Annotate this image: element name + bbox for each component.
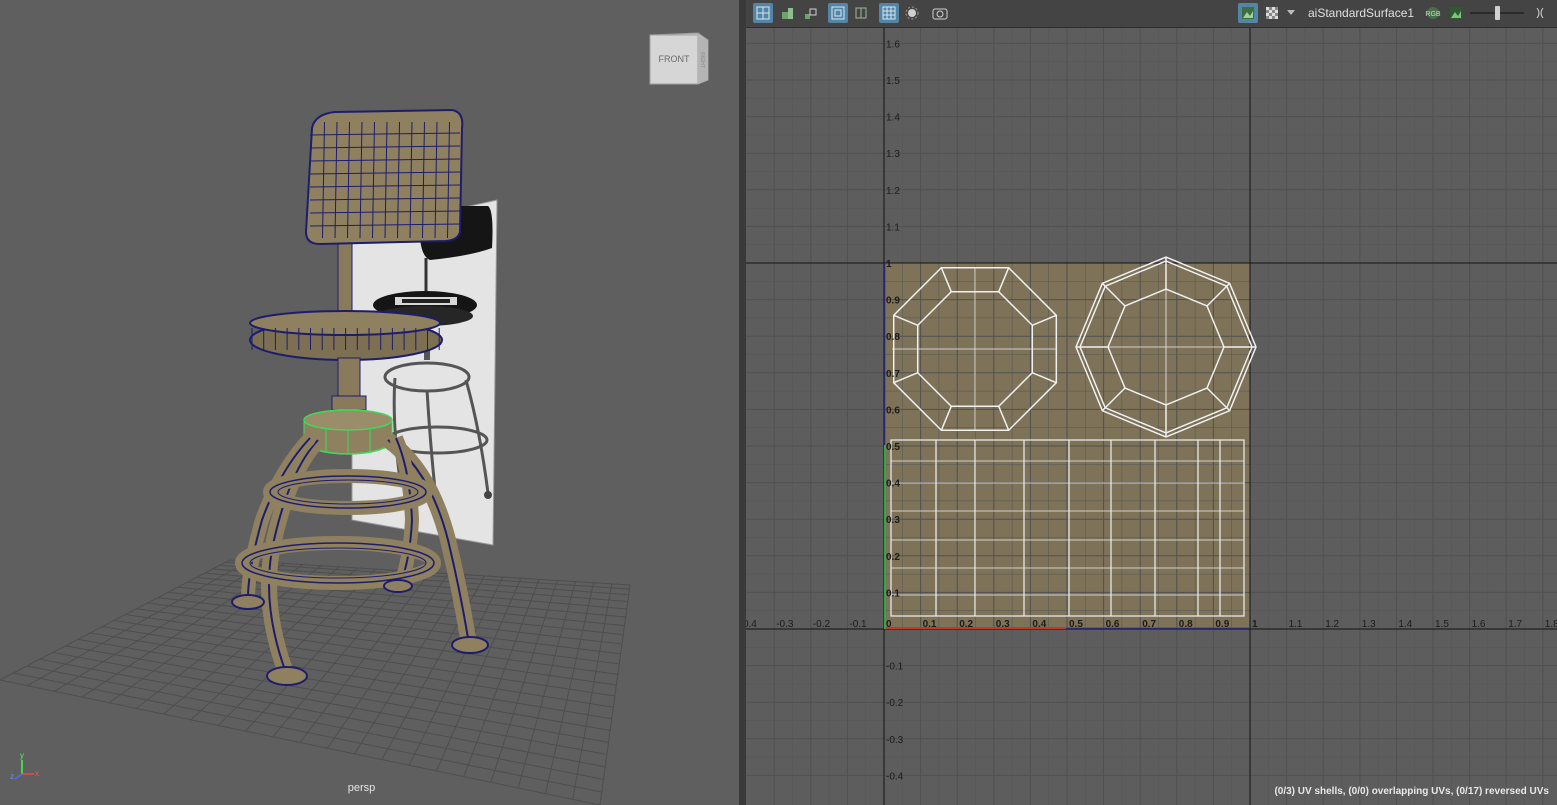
- v-tick-label: 1.3: [886, 149, 900, 160]
- axis-z-label: z: [10, 772, 14, 781]
- axis-y-label: y: [20, 751, 24, 760]
- u-tick-label: 0.4: [1032, 619, 1046, 630]
- image-icon[interactable]: [1446, 3, 1466, 23]
- u-tick-label: 1.5: [1435, 619, 1449, 630]
- v-tick-label: 1.6: [886, 39, 900, 50]
- u-tick-label: 0: [886, 619, 892, 630]
- grid-icon[interactable]: [879, 3, 899, 23]
- snapshot-icon[interactable]: [930, 3, 950, 23]
- u-tick-label: 1.2: [1325, 619, 1339, 630]
- axis-x-label: x: [35, 769, 39, 778]
- u-tick-label: 0.5: [1069, 619, 1083, 630]
- v-tick-label: 0.7: [886, 369, 900, 380]
- v-tick-label: 0.2: [886, 552, 900, 563]
- axis-gizmo: y x z: [10, 751, 39, 781]
- u-tick-label: 1.6: [1472, 619, 1486, 630]
- viewport-canvas[interactable]: FRONT RIGHT y x z: [0, 0, 739, 805]
- texture-display-icon[interactable]: [1238, 3, 1258, 23]
- u-tick-label: 0.1: [923, 619, 937, 630]
- exposure-slider[interactable]: [1470, 6, 1524, 20]
- uv-toolbar: aiStandardSurface1 RGB: [746, 0, 1557, 28]
- camera-name-label: persp: [347, 782, 376, 794]
- exposure-icon[interactable]: RGB: [1423, 3, 1443, 23]
- v-tick-label: 0.8: [886, 332, 900, 343]
- v-tick-label: 1.1: [886, 222, 900, 233]
- ground-grid: [0, 559, 631, 805]
- v-tick-label: 0.4: [886, 479, 900, 490]
- v-tick-label: -0.4: [886, 771, 904, 782]
- pixel-snap-icon[interactable]: [902, 3, 922, 23]
- u-tick-label: -0.1: [849, 619, 867, 630]
- v-tick-label: -0.3: [886, 735, 904, 746]
- u-tick-label: 1.8: [1545, 619, 1557, 630]
- gamma-icon[interactable]: [1530, 3, 1550, 23]
- dropdown-arrow-icon[interactable]: [1284, 3, 1298, 23]
- uv-shell-cap-left[interactable]: [892, 266, 1058, 432]
- uv-canvas[interactable]: -0.4 -0.3 -0.2 -0.1 0 0.1 0.2 0.3 0.4 0.5 0.6 0.7 0.…: [746, 28, 1557, 805]
- u-tick-label: 0.6: [1106, 619, 1120, 630]
- v-tick-label: 0.1: [886, 588, 900, 599]
- u-tick-label: 1.4: [1398, 619, 1412, 630]
- v-tick-label: 1.5: [886, 76, 900, 87]
- v-tick-label: -0.2: [886, 698, 904, 709]
- perspective-viewport[interactable]: FRONT RIGHT y x z persp: [0, 0, 739, 805]
- v-tick-label: 1: [886, 259, 892, 270]
- uv-shell-cap-right[interactable]: [1075, 256, 1257, 438]
- v-tick-label: 0.9: [886, 296, 900, 307]
- u-tick-label: 0.8: [1179, 619, 1193, 630]
- distort-icon[interactable]: [851, 3, 871, 23]
- u-tick-label: 0.3: [996, 619, 1010, 630]
- uv-grid-icon[interactable]: [800, 3, 820, 23]
- v-tick-label: 1.4: [886, 113, 900, 124]
- u-tick-label: 0.9: [1215, 619, 1229, 630]
- exposure-slider-handle[interactable]: [1495, 6, 1500, 20]
- uv-status-text: (0/3) UV shells, (0/0) overlapping UVs, …: [1274, 786, 1549, 797]
- panel-divider[interactable]: [739, 0, 746, 805]
- uv-editor-panel[interactable]: aiStandardSurface1 RGB -0.4-0.: [746, 0, 1557, 805]
- uv-tile-icon[interactable]: [753, 3, 773, 23]
- view-cube[interactable]: FRONT RIGHT: [649, 32, 709, 85]
- uv-shell-icon[interactable]: [777, 3, 797, 23]
- v-tick-label: 0.3: [886, 515, 900, 526]
- u-tick-label: 1.7: [1508, 619, 1522, 630]
- v-tick-label: 0.5: [886, 442, 900, 453]
- u-tick-label: 1.1: [1289, 619, 1303, 630]
- view-cube-front-label: FRONT: [659, 54, 690, 64]
- checker-icon[interactable]: [1262, 3, 1282, 23]
- u-tick-label: -0.4: [746, 619, 757, 630]
- u-tick-label: 0.2: [959, 619, 973, 630]
- v-tick-label: 1.2: [886, 186, 900, 197]
- v-tick-label: 0.6: [886, 405, 900, 416]
- isolate-icon[interactable]: [828, 3, 848, 23]
- u-tick-label: -0.2: [813, 619, 831, 630]
- u-tick-label: -0.3: [776, 619, 794, 630]
- u-tick-labels: -0.4 -0.3 -0.2 -0.1 0 0.1 0.2 0.3 0.4 0.5 0.6 0.7 0.…: [746, 619, 1557, 630]
- u-tick-label: 1: [1252, 619, 1258, 630]
- svg-text:RGB: RGB: [1425, 11, 1441, 18]
- u-tick-label: 1.3: [1362, 619, 1376, 630]
- u-tick-label: 0.7: [1142, 619, 1156, 630]
- material-name-label[interactable]: aiStandardSurface1: [1308, 6, 1414, 20]
- view-cube-side-label: RIGHT: [699, 52, 705, 68]
- v-tick-label: -0.1: [886, 662, 904, 673]
